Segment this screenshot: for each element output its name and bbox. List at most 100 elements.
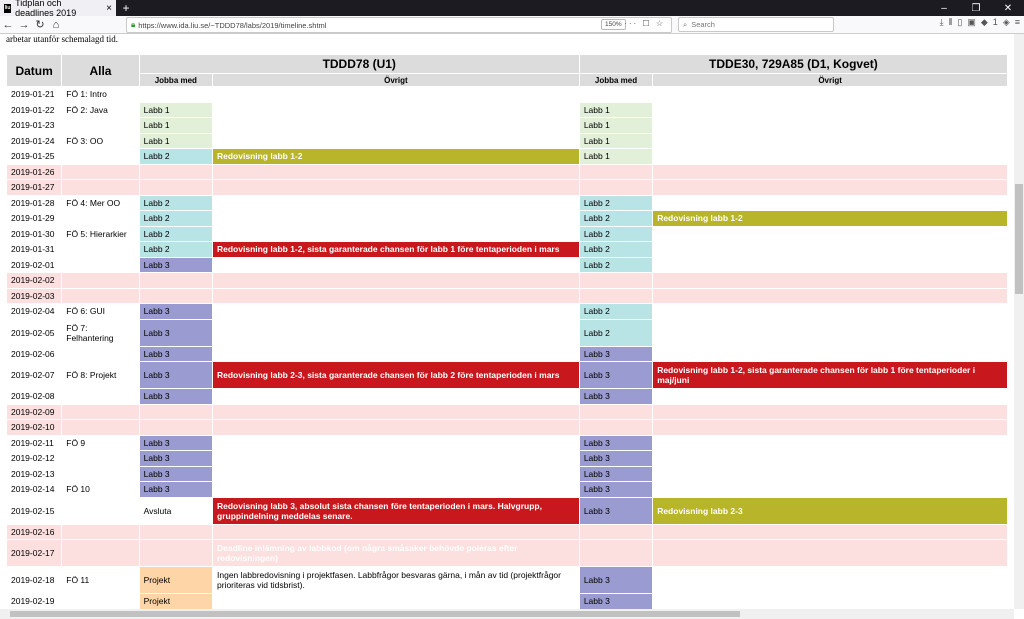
header-datum: Datum bbox=[7, 55, 62, 86]
horizontal-scrollbar[interactable] bbox=[0, 609, 1014, 619]
download-icon[interactable]: ⤓ bbox=[940, 17, 944, 28]
jobba-med-1-cell: Labb 3 bbox=[139, 451, 212, 466]
ovrigt-1-cell bbox=[213, 451, 579, 466]
jobba-med-1-cell: Labb 1 bbox=[139, 102, 212, 117]
restore-icon[interactable]: ❐ bbox=[960, 3, 992, 14]
extension-icon[interactable]: ◆ bbox=[981, 17, 988, 28]
date-cell: 2019-02-08 bbox=[11, 391, 55, 402]
jobba-med-1-cell: Labb 3 bbox=[139, 389, 212, 404]
search-input[interactable]: ⌕ Search bbox=[678, 17, 834, 32]
vertical-scrollbar[interactable] bbox=[1014, 34, 1024, 609]
ovrigt-2-cell bbox=[653, 227, 1007, 242]
jobba-med-1-cell: Labb 3 bbox=[139, 482, 212, 497]
jobba-med-1-cell bbox=[139, 164, 212, 179]
ovrigt-2-cell bbox=[653, 118, 1007, 133]
date-cell: 2019-01-28 bbox=[11, 197, 55, 208]
table-row: 2019-01-26 bbox=[7, 164, 1007, 179]
ovrigt-1-cell bbox=[213, 347, 579, 362]
ovrigt-2-cell bbox=[653, 288, 1007, 303]
date-cell: 2019-02-06 bbox=[11, 348, 55, 359]
ovrigt-2-cell: Redovisning labb 1-2, sista garanterade … bbox=[653, 362, 1007, 388]
ovrigt-2-cell bbox=[653, 258, 1007, 273]
date-cell: 2019-01-26 bbox=[7, 164, 62, 179]
jobba-med-1-cell: Labb 2 bbox=[139, 149, 212, 164]
ovrigt-1-cell: Deadline inlämning av labbkod (om några … bbox=[213, 540, 579, 566]
date-cell: 2019-02-15 bbox=[11, 505, 55, 516]
jobba-med-2-cell: Labb 1 bbox=[579, 149, 653, 164]
library-icon[interactable]: ⫴ bbox=[949, 17, 953, 28]
shield-icon[interactable]: ◈ bbox=[1003, 17, 1010, 28]
zoom-indicator[interactable]: 150% bbox=[601, 19, 626, 30]
date-cell: 2019-01-27 bbox=[7, 180, 62, 195]
minimize-icon[interactable]: – bbox=[928, 3, 960, 14]
jobba-med-2-cell: Labb 3 bbox=[579, 451, 653, 466]
ovrigt-2-cell: Redovisning labb 1-2 bbox=[653, 211, 1007, 226]
alla-cell bbox=[62, 594, 138, 609]
ovrigt-2-cell bbox=[653, 420, 1007, 435]
ovrigt-2-cell bbox=[653, 540, 1007, 566]
toolbar-icons: ⤓ ⫴ ▯ ▣ ◆ 1 ◈ ≡ bbox=[940, 17, 1020, 28]
window-controls: – ❐ ✕ bbox=[928, 3, 1024, 14]
date-cell: 2019-02-19 bbox=[11, 596, 55, 607]
jobba-med-1-cell: Labb 3 bbox=[139, 319, 212, 346]
date-cell: 2019-01-22 bbox=[11, 104, 55, 115]
date-cell: 2019-02-01 bbox=[11, 259, 55, 270]
alla-cell bbox=[62, 451, 138, 466]
screenshot-icon[interactable]: ▣ bbox=[967, 17, 976, 28]
menu-icon[interactable]: ≡ bbox=[1015, 17, 1020, 28]
alla-cell bbox=[62, 180, 139, 195]
ovrigt-1-cell bbox=[213, 103, 579, 118]
jobba-med-2-cell: Labb 1 bbox=[579, 133, 653, 148]
jobba-med-1-cell: Projekt bbox=[139, 594, 212, 609]
table-row: 2019-01-29 Labb 2 Labb 2 Redovisning labb 1… bbox=[7, 211, 1007, 226]
new-tab-icon[interactable]: + bbox=[118, 1, 134, 15]
alla-cell: FÖ 6: GUI bbox=[66, 306, 105, 317]
jobba-med-1-cell bbox=[139, 288, 212, 303]
ovrigt-1-cell bbox=[213, 87, 579, 102]
ovrigt-2-cell bbox=[653, 273, 1007, 288]
jobba-med-1-cell: Labb 3 bbox=[139, 435, 212, 450]
ovrigt-2-cell bbox=[653, 242, 1007, 257]
back-icon[interactable]: ← bbox=[0, 19, 16, 31]
date-cell: 2019-02-02 bbox=[7, 273, 62, 288]
browser-tab[interactable]: liu Tidplan och deadlines 2019 × bbox=[0, 0, 116, 18]
ovrigt-1-cell bbox=[213, 594, 579, 609]
page-actions-icon[interactable]: ··· ☐ ☆ bbox=[624, 19, 665, 28]
jobba-med-1-cell bbox=[139, 180, 212, 195]
ovrigt-2-cell bbox=[653, 482, 1007, 497]
home-icon[interactable]: ⌂ bbox=[48, 19, 64, 31]
forward-icon[interactable]: → bbox=[16, 19, 32, 31]
jobba-med-2-cell: Labb 3 bbox=[579, 567, 653, 593]
alla-cell bbox=[62, 467, 138, 482]
close-window-icon[interactable]: ✕ bbox=[992, 3, 1024, 14]
date-cell: 2019-01-23 bbox=[11, 120, 55, 131]
title-bar: liu Tidplan och deadlines 2019 × + – ❐ ✕ bbox=[0, 0, 1024, 18]
horizontal-scroll-thumb[interactable] bbox=[10, 611, 740, 617]
ovrigt-1-cell bbox=[213, 288, 579, 303]
alla-cell: FÖ 2: Java bbox=[66, 104, 108, 115]
date-cell: 2019-02-07 bbox=[11, 370, 55, 380]
nav-bar: ← → ↻ ⌂ 🔒︎ https://www.ida.liu.se/~TDDD7… bbox=[0, 16, 1024, 34]
info-icon[interactable]: 1 bbox=[993, 17, 998, 28]
url-bar[interactable]: 🔒︎ https://www.ida.liu.se/~TDDD78/labs/2… bbox=[126, 17, 672, 33]
sidebar-icon[interactable]: ▯ bbox=[957, 17, 962, 28]
table-row: 2019-01-25 Labb 2 Redovisning labb 1-2 Labb… bbox=[7, 149, 1007, 164]
ovrigt-1-cell bbox=[213, 304, 579, 319]
date-cell: 2019-02-18 bbox=[11, 575, 55, 585]
alla-cell: FÖ 9 bbox=[66, 437, 86, 448]
ovrigt-1-cell bbox=[213, 211, 579, 226]
ovrigt-2-cell bbox=[653, 347, 1007, 362]
vertical-scroll-thumb[interactable] bbox=[1015, 184, 1023, 294]
table-row: 2019-02-03 bbox=[7, 288, 1007, 303]
jobba-med-1-cell: Avsluta bbox=[143, 505, 172, 516]
date-cell: 2019-01-31 bbox=[11, 244, 55, 255]
ovrigt-1-cell bbox=[213, 420, 579, 435]
table-row: 2019-02-14 FÖ 10 Labb 3 Labb 3 bbox=[7, 482, 1007, 497]
date-cell: 2019-01-29 bbox=[11, 213, 55, 224]
table-row: 2019-02-06 Labb 3 Labb 3 bbox=[7, 346, 1007, 362]
header-ovrigt-1: Övrigt bbox=[213, 74, 579, 86]
close-tab-icon[interactable]: × bbox=[106, 3, 112, 14]
ovrigt-2-cell bbox=[653, 87, 1007, 102]
jobba-med-2-cell: Labb 2 bbox=[579, 242, 653, 257]
reload-icon[interactable]: ↻ bbox=[32, 18, 48, 31]
